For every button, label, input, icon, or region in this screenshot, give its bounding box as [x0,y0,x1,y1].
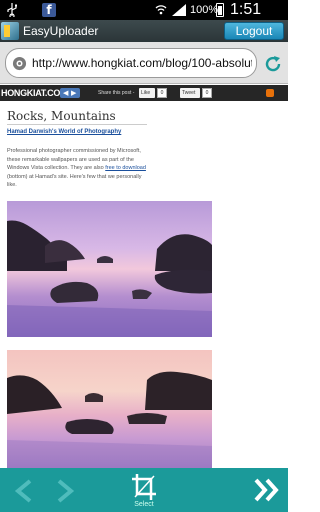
status-bar: f 100% 1:51 AM [0,0,288,36]
bottom-action-bar: Select [0,468,288,512]
rocks-photo-1[interactable] [7,201,212,337]
address-bar: http://www.hongkiat.com/blog/100-absolut… [0,42,288,84]
signal-icon [155,4,186,16]
site-header-bar: HONGKIAT.COM ◀ ▶ Share this post - Like … [0,85,288,101]
usb-icon [7,3,17,17]
share-label: Share this post - [98,90,135,96]
free-download-link[interactable]: free to download [105,165,146,171]
site-logo[interactable]: HONGKIAT.COM [1,87,68,99]
app-bar: EasyUploader Logout [0,20,288,42]
tweet-button[interactable]: Tweet [180,88,200,98]
app-logo-icon [1,22,19,40]
logout-button[interactable]: Logout [224,22,284,40]
forward-arrow-icon[interactable] [55,479,75,503]
article-title: Rocks, Mountains [7,109,116,123]
prev-arrow-icon[interactable]: ◀ [63,88,68,98]
refresh-icon[interactable] [263,54,283,74]
globe-icon [12,56,27,71]
battery-percentage: 100% [190,4,219,16]
double-chevron-right-icon[interactable] [253,477,281,503]
next-arrow-icon[interactable]: ▶ [71,88,76,98]
article-paragraph: Professional photographer commissioned b… [7,147,147,190]
like-count: 0 [157,88,167,98]
rss-icon[interactable] [266,89,274,97]
author-link[interactable]: Hamad Darwish's World of Photography [7,128,121,136]
webpage-view[interactable]: HONGKIAT.COM ◀ ▶ Share this post - Like … [0,85,288,468]
url-text: http://www.hongkiat.com/blog/100-absolut… [32,56,252,70]
battery-icon [216,3,224,17]
select-label[interactable]: Select [131,500,157,509]
site-nav-arrows[interactable]: ◀ ▶ [60,88,80,98]
title-divider [7,124,147,125]
crop-icon[interactable] [131,473,157,501]
url-input[interactable]: http://www.hongkiat.com/blog/100-absolut… [5,48,257,78]
back-arrow-icon[interactable] [14,479,34,503]
rocks-photo-2[interactable] [7,350,212,468]
app-title: EasyUploader [23,24,99,38]
facebook-icon: f [42,3,56,17]
tweet-count: 0 [202,88,212,98]
like-button[interactable]: Like [139,88,155,98]
paragraph-text-2: (bottom) at Hamad's site. Here's few tha… [7,173,142,189]
